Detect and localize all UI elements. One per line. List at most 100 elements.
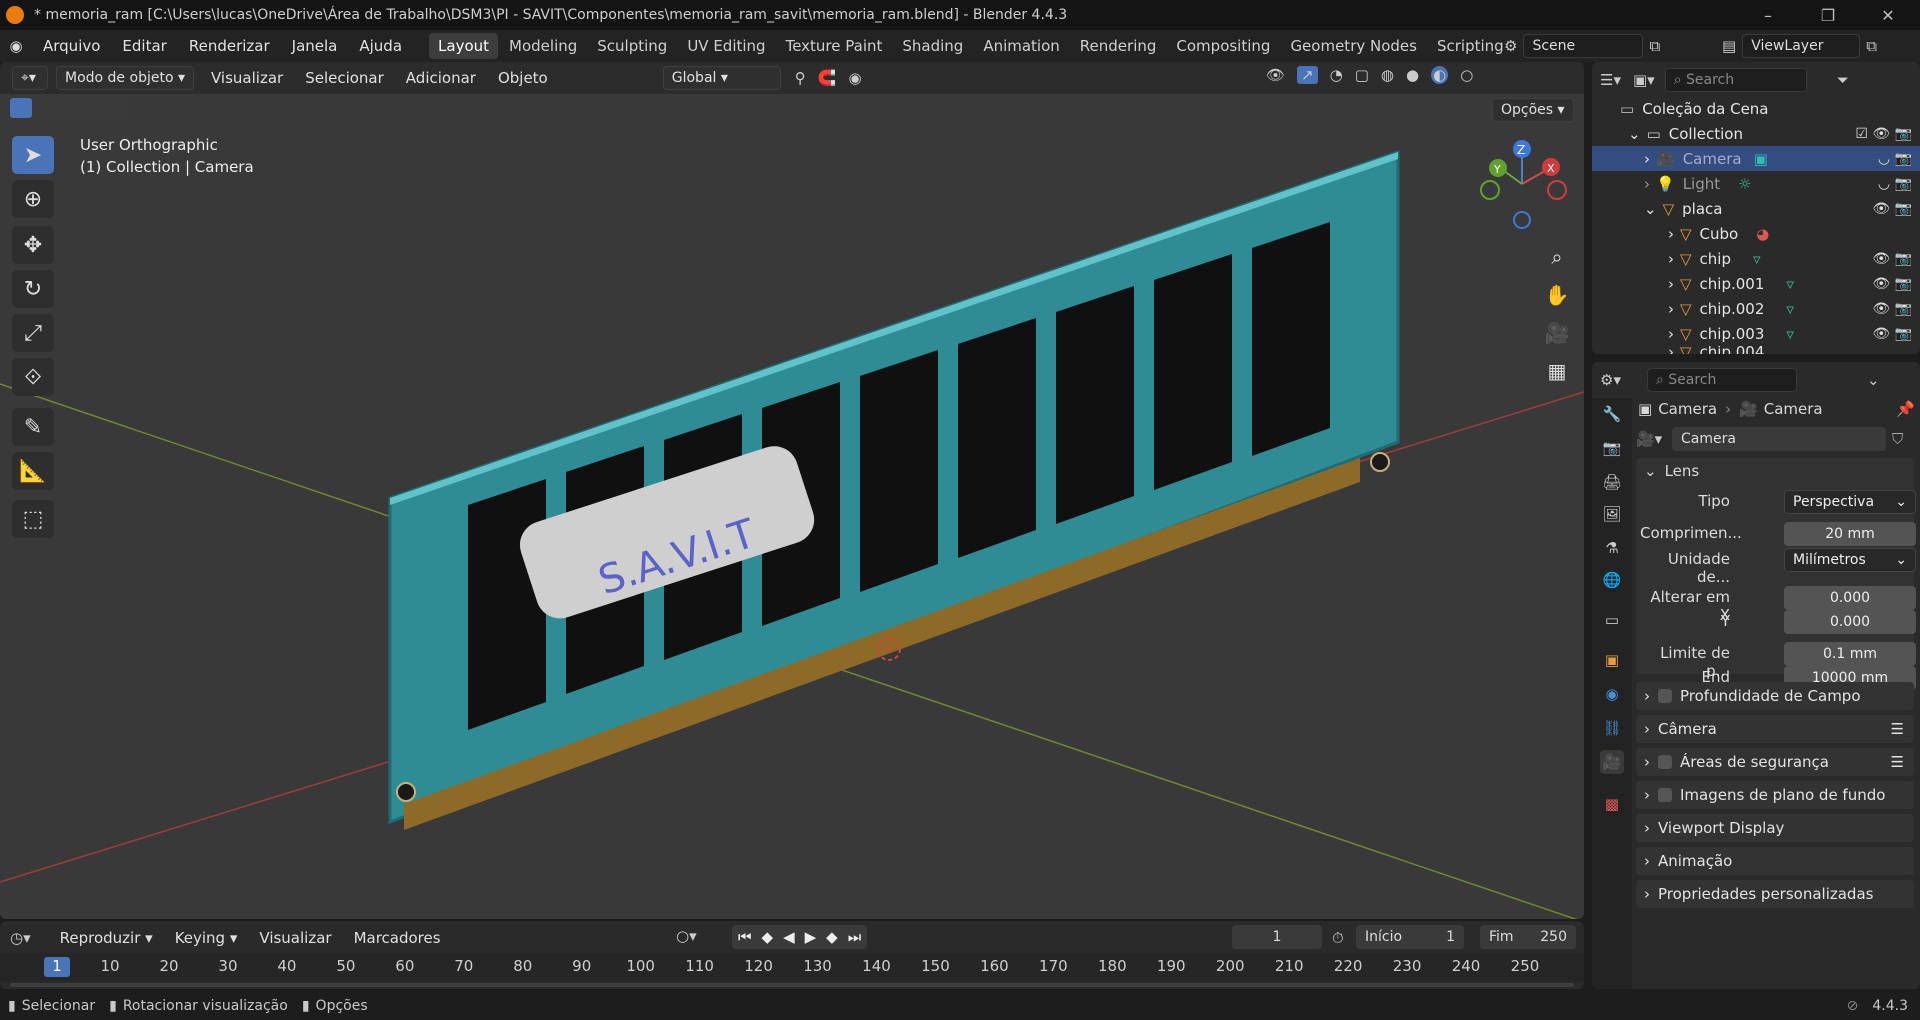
tab-shading[interactable]: Shading <box>893 33 972 59</box>
navigation-gizmo[interactable]: Z X Y <box>1476 136 1580 236</box>
view-layer-tab-icon[interactable]: 🖼 <box>1600 502 1624 526</box>
outliner-item-chip004[interactable]: ›▽chip.004 <box>1592 346 1920 354</box>
menu-editar[interactable]: Editar <box>111 30 177 62</box>
orientation-dropdown[interactable]: Global ▾ <box>662 66 781 90</box>
tab-rendering[interactable]: Rendering <box>1071 33 1166 59</box>
fake-user-icon[interactable]: ⛉ <box>1892 430 1903 448</box>
auto-keying-icon[interactable]: ○▾ <box>676 927 697 945</box>
panel-custom-properties[interactable]: › Propriedades personalizadas <box>1636 880 1914 908</box>
output-tab-icon[interactable]: 🖨 <box>1600 470 1624 494</box>
object-tab-icon[interactable]: ▣ <box>1600 648 1624 672</box>
new-viewlayer-icon[interactable]: ⧉ <box>1866 37 1877 55</box>
menu-visualizar[interactable]: Visualizar <box>200 69 294 87</box>
panel-viewport-display[interactable]: › Viewport Display <box>1636 814 1914 842</box>
jump-start-icon[interactable]: ⏮ <box>738 928 752 946</box>
tab-modeling[interactable]: Modeling <box>500 33 586 59</box>
outliner-item-chip002[interactable]: › ▽ chip.002 ▿ 👁 📷 <box>1592 296 1920 321</box>
timeline-scrollbar[interactable] <box>10 983 1574 987</box>
panel-depth-of-field[interactable]: › Profundidade de Campo <box>1636 682 1914 710</box>
maximize-button[interactable]: ❐ <box>1802 0 1854 30</box>
tab-compositing[interactable]: Compositing <box>1167 33 1279 59</box>
panel-safe-areas[interactable]: › Áreas de segurança ☰ <box>1636 748 1914 776</box>
collection-visibility[interactable]: ☑ 👁 📷 <box>1855 126 1912 142</box>
outliner-item-chip[interactable]: › ▽ chip ▿ 👁 📷 <box>1592 246 1920 271</box>
cursor-tool-icon[interactable]: ⊕ <box>12 180 54 218</box>
visibility-icon[interactable]: 👁 <box>1266 66 1285 84</box>
menu-renderizar[interactable]: Renderizar <box>178 30 281 62</box>
dof-checkbox[interactable] <box>1658 689 1672 703</box>
clip-start-field[interactable]: 0.1 mm <box>1784 642 1916 666</box>
new-scene-icon[interactable]: ⧉ <box>1649 37 1660 55</box>
snap-icon[interactable]: 🧲 <box>818 69 837 87</box>
ortho-grid-icon[interactable]: ▦ <box>1540 354 1574 388</box>
blender-menu-icon[interactable]: ◉ <box>0 30 32 62</box>
scene-tab-icon[interactable]: ⚗ <box>1600 536 1624 560</box>
stopwatch-icon[interactable]: ⏱ <box>1332 929 1344 947</box>
viewlayer-field[interactable]: ViewLayer <box>1742 34 1861 58</box>
bg-images-checkbox[interactable] <box>1658 788 1672 802</box>
filter-icon[interactable]: ⏷ <box>1837 71 1849 89</box>
properties-search-input[interactable]: ⌕ Search <box>1646 368 1797 392</box>
shift-y-field[interactable]: 0.000 <box>1784 610 1916 634</box>
menu-ajuda[interactable]: Ajuda <box>348 30 413 62</box>
menu-reproduzir[interactable]: Reproduzir ▾ <box>49 929 164 947</box>
display-mode-icon[interactable]: ▣▾ <box>1633 71 1655 89</box>
camera-datablock-name[interactable]: Camera <box>1672 427 1886 451</box>
collection-tab-icon[interactable]: ▭ <box>1600 608 1624 632</box>
select-new-icon[interactable] <box>10 98 32 118</box>
menu-selecionar[interactable]: Selecionar <box>294 69 395 87</box>
material-shading-icon[interactable]: ◐ <box>1431 66 1449 84</box>
measure-tool-icon[interactable]: 📐 <box>12 452 54 490</box>
menu-objeto[interactable]: Objeto <box>487 69 559 87</box>
safe-areas-checkbox[interactable] <box>1658 755 1672 769</box>
constraints-tab-icon[interactable]: ⛓ <box>1600 716 1624 740</box>
move-tool-icon[interactable]: ✥ <box>12 226 54 264</box>
outliner-item-camera[interactable]: › 🎥 Camera ▣ ◡ 📷 <box>1592 146 1920 171</box>
tab-sculpting[interactable]: Sculpting <box>588 33 676 59</box>
properties-editor-icon[interactable]: ⚙▾ <box>1600 371 1621 389</box>
proportional-edit-icon[interactable]: ◉ <box>848 69 861 87</box>
shift-x-field[interactable]: 0.000 <box>1784 586 1916 610</box>
3d-viewport[interactable]: S.A.V.I.T ⌖▾ Modo de objeto ▾ Visualizar… <box>0 62 1584 919</box>
list-icon[interactable]: ☰ <box>1891 753 1904 771</box>
play-icon[interactable]: ▶ <box>805 928 817 946</box>
viewlayer-selector[interactable]: ▤ ViewLayer ⧉ <box>1722 34 1877 58</box>
annotate-tool-icon[interactable]: ✎ <box>12 408 54 446</box>
world-tab-icon[interactable]: 🌐 <box>1600 568 1624 592</box>
tab-texture-paint[interactable]: Texture Paint <box>777 33 892 59</box>
jump-end-icon[interactable]: ⏭ <box>848 928 862 946</box>
camera-data-tab-icon[interactable]: 🎥 <box>1600 750 1624 774</box>
render-tab-icon[interactable]: 📷 <box>1600 436 1624 460</box>
tab-scripting[interactable]: Scripting <box>1428 33 1513 59</box>
next-keyframe-icon[interactable]: ◆ <box>826 928 838 946</box>
menu-janela[interactable]: Janela <box>281 30 349 62</box>
panel-background-images[interactable]: › Imagens de plano de fundo <box>1636 781 1914 809</box>
menu-keying[interactable]: Keying ▾ <box>164 929 249 947</box>
xray-icon[interactable]: ▢ <box>1355 66 1369 84</box>
outliner-search-input[interactable]: ⌕ Search <box>1664 68 1807 92</box>
select-intersect-icon[interactable] <box>106 98 128 118</box>
start-frame-field[interactable]: Início 1 <box>1356 925 1464 949</box>
timeline-editor-icon[interactable]: ◷▾ <box>10 929 31 947</box>
tipo-dropdown[interactable]: Perspectiva ⌄ <box>1784 490 1916 514</box>
outliner-scene-collection[interactable]: ▭ Coleção da Cena <box>1592 96 1920 121</box>
camera-datablock-icon[interactable]: 🎥▾ <box>1636 430 1672 448</box>
solid-shading-icon[interactable]: ● <box>1406 66 1419 84</box>
end-frame-field[interactable]: Fim 250 <box>1480 925 1576 949</box>
physics-tab-icon[interactable]: ◉ <box>1600 682 1624 706</box>
pin-icon[interactable]: 📌 <box>1896 400 1915 418</box>
lens-panel-header[interactable]: ⌄ Lens <box>1644 462 1699 480</box>
transform-tool-icon[interactable]: ⟐ <box>12 358 54 396</box>
list-icon[interactable]: ☰ <box>1891 720 1904 738</box>
texture-tab-icon[interactable]: ▩ <box>1600 792 1624 816</box>
add-cube-tool-icon[interactable]: ⬚ <box>12 500 54 538</box>
close-button[interactable]: ✕ <box>1862 0 1914 30</box>
mode-dropdown[interactable]: Modo de objeto ▾ <box>56 66 194 90</box>
select-extend-icon[interactable] <box>34 98 56 118</box>
tool-tab-icon[interactable]: 🔧 <box>1600 402 1624 426</box>
select-box-tool-icon[interactable]: ➤ <box>12 136 54 174</box>
camera-view-icon[interactable]: 🎥 <box>1540 316 1574 350</box>
tab-animation[interactable]: Animation <box>974 33 1068 59</box>
editor-type-button[interactable]: ⌖▾ <box>12 66 48 90</box>
pivot-icon[interactable]: ⚲ <box>795 69 806 87</box>
